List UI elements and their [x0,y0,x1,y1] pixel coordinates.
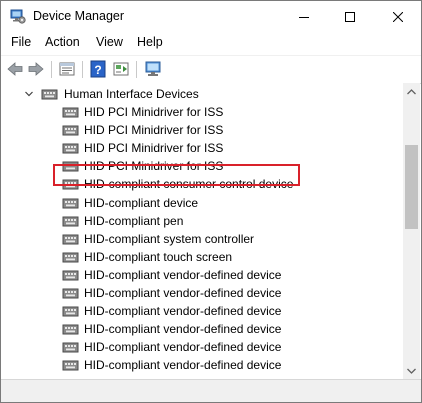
hid-device-icon [62,161,79,172]
hid-device-icon [62,179,79,190]
scroll-down-button[interactable] [403,362,420,379]
svg-text:?: ? [94,63,101,77]
tree-category-label: Human Interface Devices [64,87,199,101]
minimize-icon [299,16,309,18]
scroll-thumb[interactable] [405,145,418,229]
menu-help[interactable]: Help [137,35,163,49]
hid-device-icon [62,252,79,263]
chevron-down-icon [407,368,416,374]
tree-item-label: HID-compliant vendor-defined device [84,322,282,337]
chevron-down-icon[interactable] [24,89,34,99]
hid-device-icon [62,288,79,299]
close-button[interactable] [375,1,421,32]
tree-item-label: HID-compliant pen [84,213,184,228]
tree-item-label: HID-compliant system controller [84,231,255,246]
hid-device-icon [62,143,79,154]
minimize-button[interactable] [281,1,327,32]
menu-view[interactable]: View [96,35,123,49]
menu-action[interactable]: Action [45,35,80,49]
tree-item-label: HID-compliant vendor-defined device [84,304,282,319]
toolbar: ? [1,55,421,84]
menu-file[interactable]: File [11,35,31,49]
toolbar-separator [51,61,52,78]
hid-device-icon [62,216,79,227]
chevron-up-icon [407,88,416,94]
back-arrow-icon[interactable] [6,60,24,78]
hid-device-icon [62,360,79,371]
forward-arrow-icon[interactable] [27,60,45,78]
vertical-scrollbar[interactable] [403,83,420,379]
scan-hardware-icon[interactable] [144,60,162,78]
device-tree[interactable]: Human Interface Devices HID PCI Minidriv… [1,83,403,379]
toolbar-separator [136,61,137,78]
tree-item-label: HID-compliant vendor-defined device [84,358,282,373]
maximize-button[interactable] [327,1,373,32]
hid-device-icon [62,342,79,353]
hid-device-icon [62,324,79,335]
tree-item-label: HID-compliant vendor-defined device [84,286,282,300]
tree-item-label: HID-compliant vendor-defined device [84,340,282,355]
menu-bar: File Action View Help [1,32,421,54]
hid-device-icon [41,89,58,100]
hid-device-icon [62,270,79,281]
hid-device-icon [62,107,79,118]
show-hidden-icon[interactable] [112,60,130,78]
hid-device-icon [62,234,79,245]
hid-device-icon [62,198,79,208]
title-bar[interactable]: Device Manager [1,1,421,32]
maximize-icon [345,11,355,22]
tree-item-label: HID PCI Minidriver for ISS [84,159,224,174]
toolbar-separator [82,61,83,78]
properties-icon[interactable] [58,60,76,78]
device-manager-icon [10,9,26,24]
tree-item-label: HID-compliant vendor-defined device [84,267,282,282]
device-manager-window: Device Manager File Action View Help ? H… [0,0,422,403]
tree-item-label: HID-compliant device [84,195,199,210]
hid-device-icon [62,125,79,136]
status-bar [1,379,421,402]
tree-item-label: HID-compliant consumer control device [84,177,294,192]
close-icon [393,11,403,22]
tree-item-label: HID PCI Minidriver for ISS [84,105,224,119]
window-title: Device Manager [33,9,125,23]
tree-item-label: HID PCI Minidriver for ISS [84,123,224,138]
tree-item-label: HID-compliant touch screen [84,249,233,264]
hid-device-icon [62,306,79,317]
tree-item-label: HID PCI Minidriver for ISS [84,141,224,156]
help-icon[interactable]: ? [89,60,107,78]
scroll-up-button[interactable] [403,83,420,100]
